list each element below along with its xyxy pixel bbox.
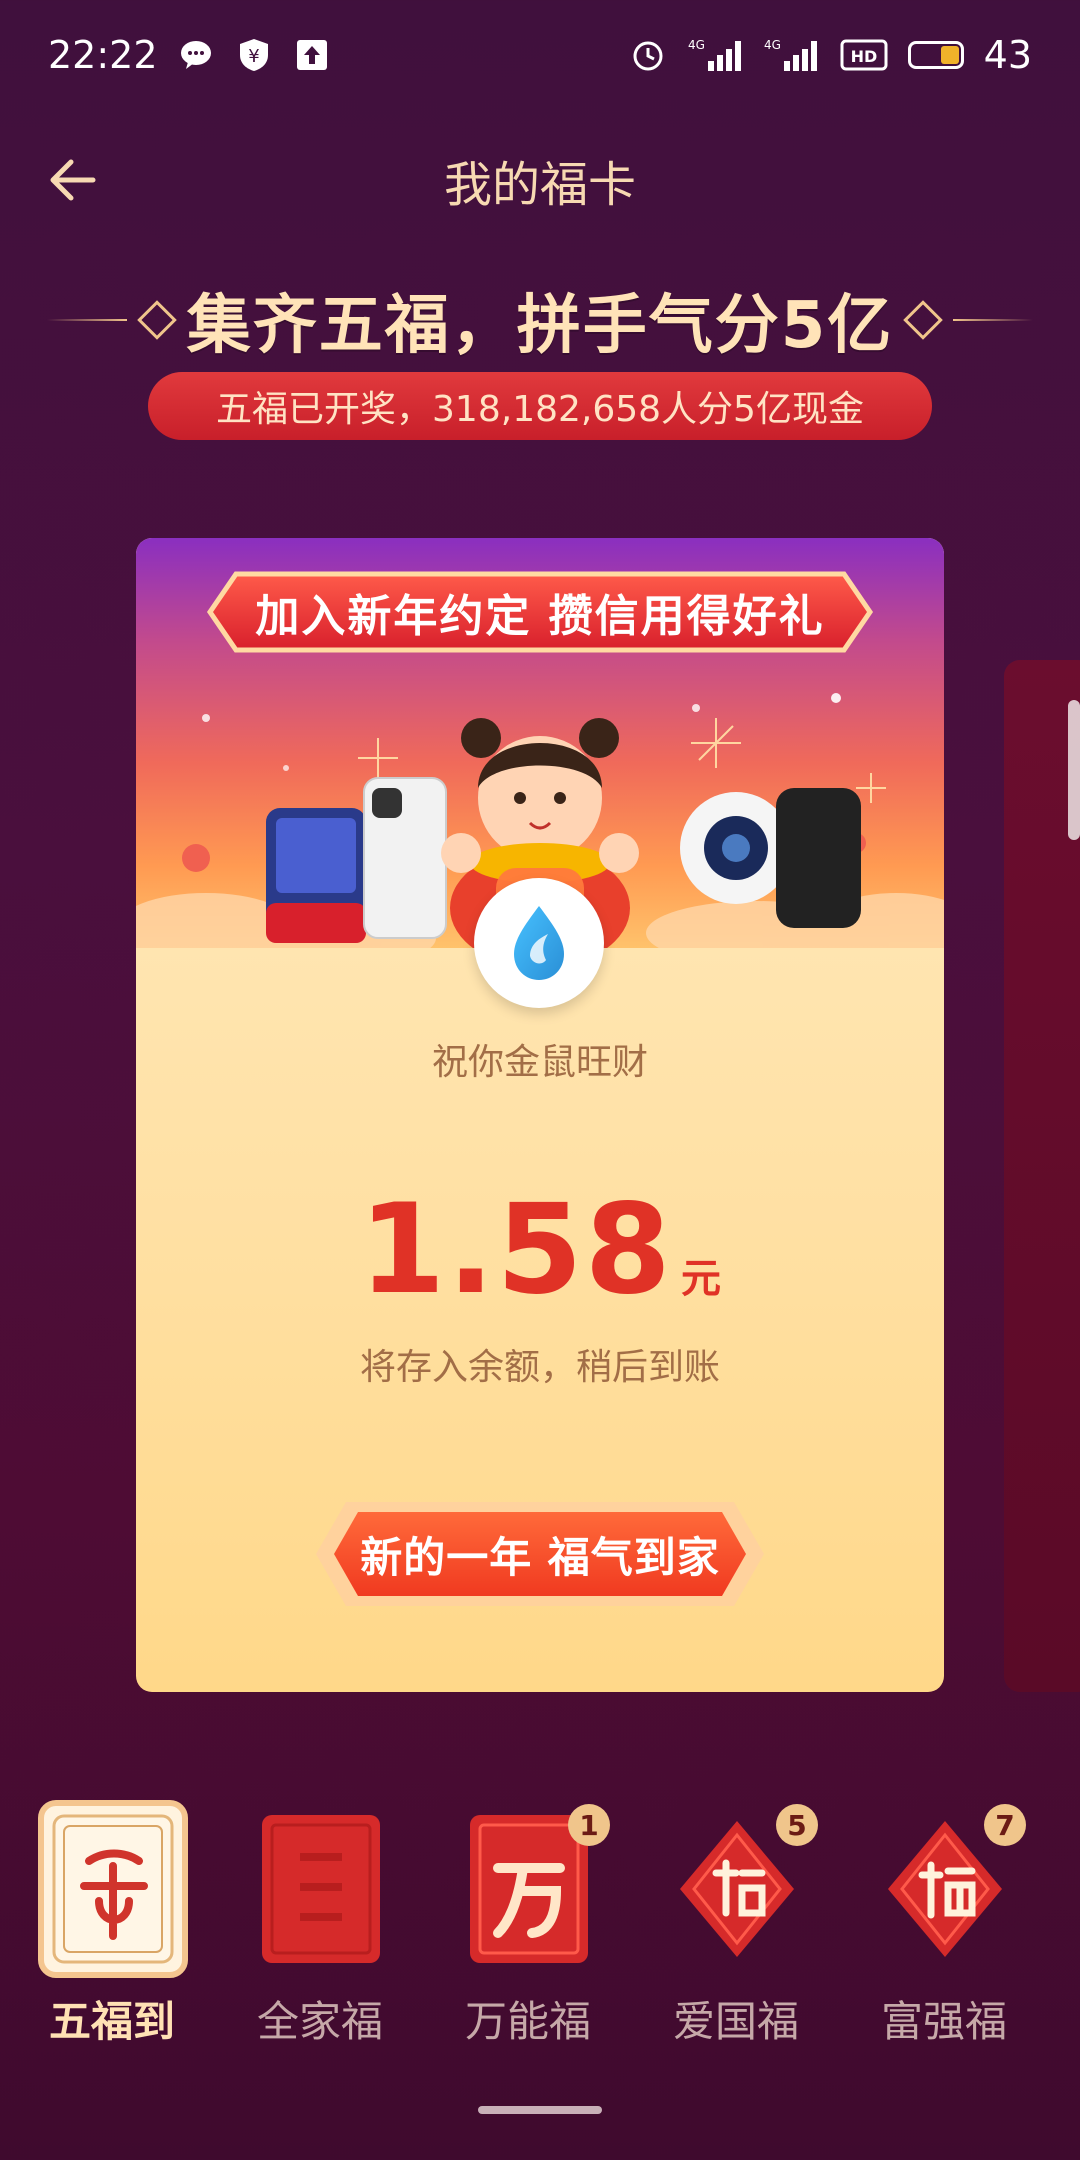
water-drop-icon [514,906,564,980]
fu-card-quanjiafu[interactable] [260,1813,382,1965]
count-badge: 7 [984,1804,1026,1846]
decorative-line-right [953,319,1034,321]
status-time: 22:22 [48,33,158,77]
fu-card-label: 五福到 [48,1997,175,2046]
fu-card-item-wannengfu[interactable]: 1 万能福 [438,1788,618,2048]
promo-ribbon-text: 加入新年约定 攒信用得好礼 [255,591,825,642]
decorative-line-left [46,319,127,321]
upload-icon [292,35,332,75]
svg-text:HD: HD [850,47,877,66]
header: 我的福卡 [0,130,1080,230]
deposit-note: 将存入余额，稍后到账 [359,1347,720,1388]
battery-icon [907,41,964,69]
hd-icon: HD [840,35,888,75]
signal-icon-2: 4G [764,35,820,75]
alarm-icon [628,35,668,75]
alipay-logo [474,878,604,1008]
family-fu-card-icon [262,1815,380,1963]
svg-text:4G: 4G [764,38,781,52]
count-badge: 5 [776,1804,818,1846]
fu-card-label: 全家福 [256,1997,383,2046]
amount-unit: 元 [680,1256,721,1302]
signal-icon-1: 4G [688,35,744,75]
fu-card-selector: 五福到 全家福 1 万能福 5 爱国福 7 富强福 [0,1788,1080,2048]
home-indicator[interactable] [478,2106,602,2114]
banner-title: 集齐五福，拼手气分5亿 [186,289,894,363]
fu-card-item-aiguofu[interactable]: 5 爱国福 [646,1788,826,2048]
shield-yen-icon: ¥ [234,35,274,75]
svg-text:¥: ¥ [248,46,259,67]
page-title: 我的福卡 [443,157,636,213]
lottery-result-banner[interactable]: 五福已开奖，318,182,658人分5亿现金 [148,372,932,440]
blessing-text: 祝你金鼠旺财 [431,1042,648,1083]
diamond-icon-right [903,300,944,340]
back-button[interactable] [38,150,108,210]
fu-card-label: 富强福 [880,1997,1007,2046]
fu-card-wufudao[interactable] [38,1800,188,1978]
fu-card-item-quanjiafu[interactable]: 全家福 [230,1788,410,2048]
battery-level: 43 [983,33,1032,77]
reward-card: 加入新年约定 攒信用得好礼 祝你金鼠旺财 1.58 元 将存入余额，稍后到账 新… [136,538,944,1692]
cta-label: 新的一年 福气到家 [360,1532,720,1582]
wufu-seal-icon [52,1814,174,1964]
fu-card-label: 爱国福 [672,1997,799,2046]
fu-card-item-fuqiangfu[interactable]: 7 富强福 [854,1788,1034,2048]
cta-button[interactable]: 新的一年 福气到家 [306,1496,774,1612]
count-badge: 1 [568,1804,610,1846]
amount-value: 1.58 [359,1178,673,1322]
back-arrow-icon [50,159,96,201]
fu-card-item-wufudao[interactable]: 五福到 [22,1788,202,2048]
diamond-icon-left [136,300,177,340]
banner: 集齐五福，拼手气分5亿 [0,270,1080,370]
scroll-handle[interactable] [1068,700,1080,840]
reward-amount: 1.58 元 [136,1178,944,1322]
promo-ribbon[interactable]: 加入新年约定 攒信用得好礼 [206,570,874,654]
status-bar: 22:22 ¥ 4G 4G HD 43 [0,0,1080,110]
fu-card-label: 万能福 [464,1997,591,2046]
svg-text:4G: 4G [688,38,705,52]
chat-icon [176,35,216,75]
